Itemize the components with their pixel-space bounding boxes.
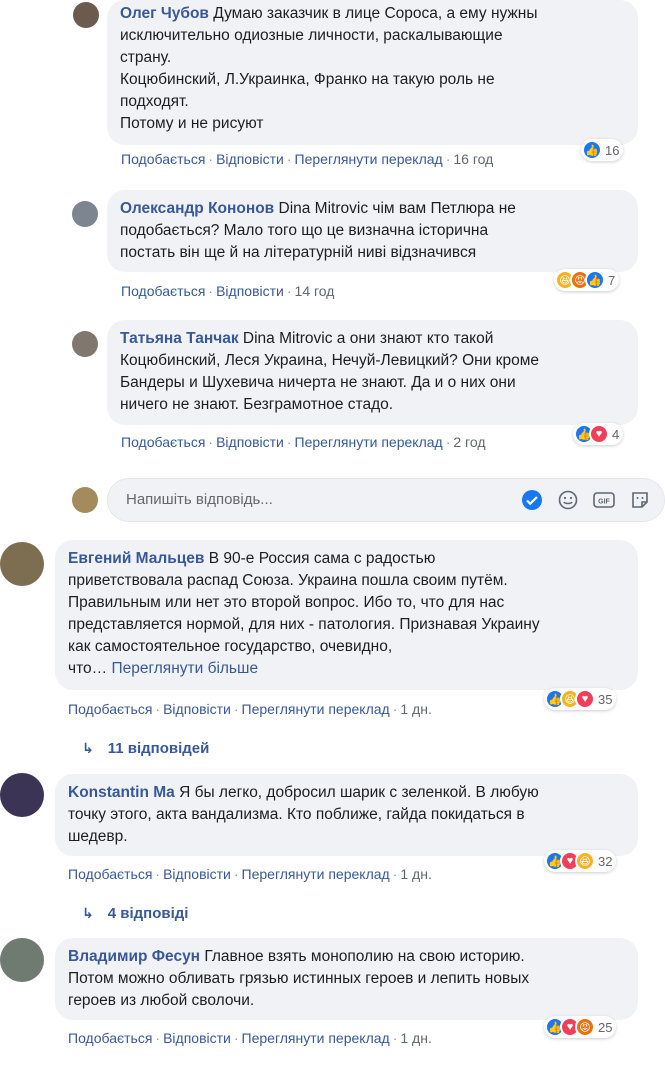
reaction-summary[interactable]: 👍 ♥ 4 — [573, 423, 624, 445]
comment-bubble: Евгений Мальцев В 90-е Россия сама с рад… — [55, 540, 638, 690]
avatar[interactable] — [72, 331, 98, 357]
like-link[interactable]: Подобається — [68, 701, 152, 717]
reaction-summary[interactable]: 👍 ♥ 😆 32 — [544, 850, 617, 872]
comment-actions: Подобається · Відповісти · Переглянути перек… — [68, 866, 432, 882]
avatar[interactable] — [73, 2, 99, 28]
reaction-count: 16 — [605, 142, 620, 158]
replies-count: 4 відповіді — [107, 905, 189, 922]
like-icon: 👍 — [585, 270, 605, 290]
comment-time[interactable]: 1 дн. — [400, 866, 431, 882]
love-icon: ♥ — [589, 424, 609, 444]
translate-link[interactable]: Переглянути переклад — [295, 151, 443, 167]
reply-link[interactable]: Відповісти — [163, 701, 231, 717]
reaction-count: 32 — [598, 853, 613, 869]
avatar[interactable] — [72, 201, 98, 227]
reply-link[interactable]: Відповісти — [163, 1030, 231, 1046]
reply-input[interactable]: Напишіть відповідь... GIF — [107, 478, 665, 522]
sticker-check-icon[interactable] — [520, 488, 544, 512]
comment-author[interactable]: Владимир Фесун — [68, 948, 204, 965]
comment-time[interactable]: 16 год — [453, 151, 493, 167]
translate-link[interactable]: Переглянути переклад — [242, 701, 390, 717]
avatar[interactable] — [0, 938, 44, 982]
gif-icon[interactable]: GIF — [592, 488, 616, 512]
comment-author[interactable]: Олександр Кононов — [120, 200, 279, 217]
emoji-icon[interactable] — [556, 488, 580, 512]
reaction-count: 4 — [612, 426, 620, 442]
reaction-count: 35 — [598, 691, 613, 707]
avatar[interactable] — [0, 542, 44, 586]
comment-time[interactable]: 1 дн. — [400, 701, 431, 717]
reply-placeholder: Напишіть відповідь... — [126, 491, 273, 508]
comment-bubble: Владимир Фесун Главное взять монополию н… — [55, 938, 638, 1020]
comment-time[interactable]: 1 дн. — [400, 1030, 431, 1046]
translate-link[interactable]: Переглянути переклад — [242, 1030, 390, 1046]
comment-actions: Подобається · Відповісти · Переглянути перек… — [121, 434, 486, 450]
reaction-summary[interactable]: 👍 16 — [581, 139, 624, 161]
angry-icon: 😡 — [575, 1017, 595, 1037]
like-link[interactable]: Подобається — [121, 151, 205, 167]
comment-actions: Подобається · Відповісти · Переглянути перек… — [68, 701, 432, 717]
translate-link[interactable]: Переглянути переклад — [295, 434, 443, 450]
reply-link[interactable]: Відповісти — [216, 434, 284, 450]
comment-bubble: Олег Чубов Думаю заказчик в лице Сороса,… — [107, 0, 638, 145]
reaction-summary[interactable]: 👍 😆 ♥ 35 — [544, 688, 617, 710]
replies-count: 11 відповідей — [107, 740, 210, 757]
reaction-count: 7 — [608, 272, 616, 288]
comment-actions: Подобається · Відповісти · Переглянути перек… — [121, 151, 494, 167]
haha-icon: 😆 — [575, 851, 595, 871]
view-replies-link[interactable]: ↳ 11 відповідей — [82, 740, 209, 757]
reaction-count: 25 — [598, 1019, 613, 1035]
view-replies-link[interactable]: ↳ 4 відповіді — [82, 905, 188, 922]
reaction-summary[interactable]: 👍 ♥ 😡 25 — [544, 1016, 617, 1038]
translate-link[interactable]: Переглянути переклад — [242, 866, 390, 882]
like-link[interactable]: Подобається — [121, 434, 205, 450]
like-link[interactable]: Подобається — [68, 866, 152, 882]
current-user-avatar — [72, 487, 98, 513]
comment-time[interactable]: 2 год — [453, 434, 485, 450]
svg-text:GIF: GIF — [598, 499, 610, 506]
avatar[interactable] — [0, 773, 44, 817]
comment-actions: Подобається · Відповісти · Переглянути перек… — [68, 1030, 432, 1046]
like-link[interactable]: Подобається — [121, 283, 205, 299]
comment-bubble: Konstantin Ma Я бы легко, добросил шарик… — [55, 774, 638, 856]
like-link[interactable]: Подобається — [68, 1030, 152, 1046]
comment-actions: Подобається · Відповісти · 14 год — [121, 283, 335, 299]
reply-arrow-icon: ↳ — [82, 740, 94, 756]
sticker-icon[interactable] — [628, 488, 652, 512]
reply-arrow-icon: ↳ — [82, 905, 94, 921]
reply-link[interactable]: Відповісти — [216, 151, 284, 167]
reply-link[interactable]: Відповісти — [216, 283, 284, 299]
comment-bubble: Татьяна Танчак Dina Mitrovic а они знают… — [107, 320, 638, 425]
comment-author[interactable]: Konstantin Ma — [68, 784, 179, 801]
like-icon: 👍 — [582, 140, 602, 160]
comment-text: Думаю заказчик в лице Сороса, а ему нужн… — [120, 5, 538, 132]
comment-author[interactable]: Татьяна Танчак — [120, 330, 243, 347]
comment-author[interactable]: Евгений Мальцев — [68, 550, 209, 567]
comment-bubble: Олександр Кононов Dina Mitrovic чім вам … — [107, 190, 638, 272]
reply-tools: GIF — [520, 488, 652, 512]
comment-author[interactable]: Олег Чубов — [120, 5, 213, 22]
reply-link[interactable]: Відповісти — [163, 866, 231, 882]
see-more-link[interactable]: Переглянути більше — [111, 660, 258, 677]
love-icon: ♥ — [575, 689, 595, 709]
comment-time[interactable]: 14 год — [295, 283, 335, 299]
reaction-summary[interactable]: 😆 😡 👍 7 — [554, 269, 620, 291]
comment-text: В 90-е Россия сама с радостью приветство… — [68, 550, 540, 677]
